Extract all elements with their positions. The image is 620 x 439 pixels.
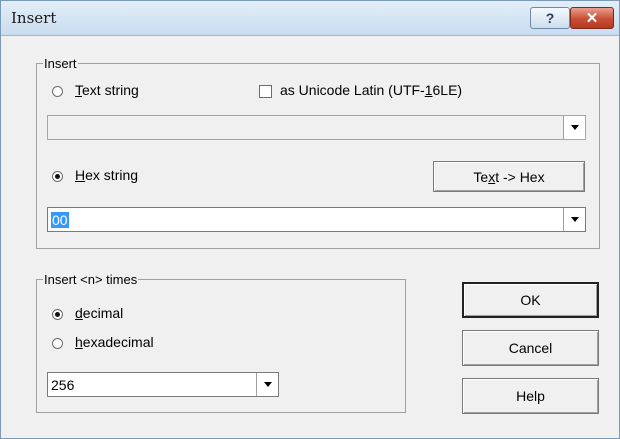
insert-times-legend: Insert <n> times: [43, 272, 139, 287]
hex-string-label[interactable]: Hex string: [75, 167, 138, 183]
text-to-hex-button[interactable]: Te x t -> Hex: [433, 161, 585, 192]
chevron-down-icon: [570, 217, 579, 222]
dialog-title: Insert: [11, 9, 57, 27]
count-value: 256: [51, 377, 75, 393]
hexadecimal-label[interactable]: hexadecimal: [75, 334, 154, 350]
title-bar[interactable]: Insert ? ✕: [1, 1, 619, 36]
ok-button[interactable]: OK: [462, 282, 599, 318]
hex-combo-dropdown[interactable]: [563, 208, 585, 231]
hex-string-combo[interactable]: 00: [47, 207, 586, 232]
hex-string-radio[interactable]: [52, 171, 63, 182]
unicode-label[interactable]: as Unicode Latin (UTF-16LE): [280, 82, 462, 98]
text-string-radio[interactable]: [52, 86, 63, 97]
question-icon: ?: [545, 10, 555, 26]
decimal-label[interactable]: decimal: [75, 305, 123, 321]
insert-group-legend: Insert: [43, 56, 78, 71]
chevron-down-icon: [570, 125, 579, 130]
text-string-combo[interactable]: [47, 115, 586, 140]
cancel-button[interactable]: Cancel: [462, 330, 599, 366]
text-string-label[interactable]: Text string: [75, 82, 139, 98]
insert-times-group: Insert <n> times decimal hexadecimal 256: [36, 272, 406, 413]
dialog-client: Insert Text string as Unicode Latin (UTF…: [11, 39, 613, 433]
decimal-radio[interactable]: [52, 309, 63, 320]
hex-string-value: 00: [51, 212, 69, 228]
hexadecimal-radio[interactable]: [52, 338, 63, 349]
count-combo[interactable]: 256: [47, 372, 279, 397]
title-help-button[interactable]: ?: [530, 7, 570, 29]
close-icon: ✕: [585, 10, 599, 27]
insert-group: Insert Text string as Unicode Latin (UTF…: [36, 56, 600, 249]
close-button[interactable]: ✕: [570, 7, 614, 29]
unicode-checkbox[interactable]: [259, 85, 272, 98]
help-button[interactable]: Help: [462, 378, 599, 414]
text-combo-dropdown[interactable]: [563, 116, 585, 139]
insert-dialog: Insert ? ✕ Insert Text string as Unicode…: [0, 0, 620, 439]
count-combo-dropdown[interactable]: [256, 373, 278, 396]
chevron-down-icon: [263, 382, 272, 387]
